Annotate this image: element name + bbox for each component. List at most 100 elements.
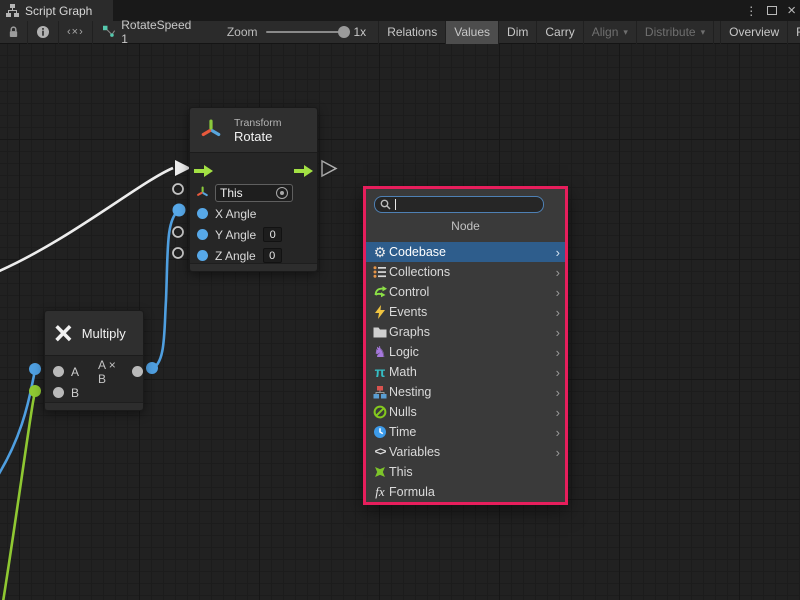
- distribute-dropdown-icon: ▾: [701, 27, 706, 38]
- overview-label: Overview: [729, 25, 779, 39]
- this-object-field[interactable]: This: [215, 184, 293, 202]
- value-port-icon[interactable]: [53, 366, 64, 377]
- value-port-icon[interactable]: [53, 387, 64, 398]
- node-header[interactable]: × Multiply: [45, 311, 143, 356]
- node-footer: [190, 263, 317, 271]
- chevron-right-icon: ›: [556, 405, 560, 420]
- chevron-right-icon: ›: [556, 385, 560, 400]
- zoom-control: Zoom 1x: [203, 25, 378, 39]
- lock-button[interactable]: [0, 21, 28, 44]
- this-port-row: This: [190, 182, 317, 203]
- values-label: Values: [454, 25, 490, 39]
- finder-item-label: Variables: [389, 445, 440, 459]
- output-port-icon[interactable]: [132, 366, 143, 377]
- chevron-right-icon: ›: [556, 245, 560, 260]
- finder-list: ⚙ Codebase › Collections ›: [366, 242, 565, 502]
- object-picker-icon[interactable]: [276, 187, 288, 199]
- transform-mini-icon: [195, 185, 210, 200]
- close-icon[interactable]: ×: [787, 3, 796, 18]
- port-row-y-angle[interactable]: Y Angle 0: [190, 224, 317, 245]
- maximize-icon[interactable]: [767, 6, 777, 15]
- relations-label: Relations: [387, 25, 437, 39]
- finder-item-time[interactable]: Time ›: [366, 422, 565, 442]
- chevron-right-icon: ›: [556, 325, 560, 340]
- finder-item-label: Time: [389, 425, 416, 439]
- finder-item-codebase[interactable]: ⚙ Codebase ›: [366, 242, 565, 262]
- flow-port-row: [190, 160, 317, 182]
- finder-item-label: Events: [389, 305, 427, 319]
- zoom-slider-handle[interactable]: [338, 26, 350, 38]
- math-icon: π: [371, 365, 389, 379]
- nulls-icon: [371, 405, 389, 419]
- codebase-icon: ⚙: [371, 245, 389, 259]
- node-multiply[interactable]: × Multiply A A × B B: [44, 310, 144, 411]
- distribute-label: Distribute: [645, 25, 696, 39]
- distribute-button[interactable]: Distribute ▾: [637, 21, 714, 44]
- text-caret: [395, 199, 396, 210]
- info-button[interactable]: [28, 21, 59, 44]
- value-port-icon[interactable]: [197, 250, 208, 261]
- finder-item-collections[interactable]: Collections ›: [366, 262, 565, 282]
- code-view-button[interactable]: ‹×›: [59, 21, 93, 44]
- finder-item-label: Math: [389, 365, 417, 379]
- z-angle-input[interactable]: 0: [263, 248, 282, 263]
- zoom-value: 1x: [354, 25, 367, 39]
- node-transform-rotate[interactable]: Transform Rotate This X Angle: [189, 107, 318, 272]
- dim-button[interactable]: Dim: [499, 21, 537, 44]
- value-port-icon[interactable]: [197, 229, 208, 240]
- carry-label: Carry: [545, 25, 574, 39]
- chevron-right-icon: ›: [556, 285, 560, 300]
- time-icon: [371, 425, 389, 439]
- finder-item-nesting[interactable]: Nesting ›: [366, 382, 565, 402]
- node-title: Multiply: [82, 326, 126, 341]
- node-header[interactable]: Transform Rotate: [190, 108, 317, 153]
- finder-item-control[interactable]: Control ›: [366, 282, 565, 302]
- events-icon: [371, 305, 389, 319]
- fullscreen-button[interactable]: Full Screen: [788, 21, 800, 44]
- port-label: B: [71, 386, 79, 400]
- y-angle-input[interactable]: 0: [263, 227, 282, 242]
- values-button[interactable]: Values: [446, 21, 499, 44]
- overview-button[interactable]: Overview: [720, 21, 788, 44]
- port-label: Y Angle: [215, 228, 256, 242]
- finder-item-math[interactable]: π Math ›: [366, 362, 565, 382]
- formula-icon: fx: [371, 484, 389, 500]
- control-icon: [371, 285, 389, 299]
- finder-item-events[interactable]: Events ›: [366, 302, 565, 322]
- carry-button[interactable]: Carry: [537, 21, 583, 44]
- align-button[interactable]: Align ▾: [584, 21, 637, 44]
- finder-item-label: Nulls: [389, 405, 417, 419]
- graph-asset-icon: [103, 25, 116, 39]
- this-field-value: This: [220, 186, 243, 200]
- finder-item-nulls[interactable]: Nulls ›: [366, 402, 565, 422]
- value-port-icon[interactable]: [197, 208, 208, 219]
- chevron-right-icon: ›: [556, 305, 560, 320]
- finder-item-label: This: [389, 465, 413, 479]
- flow-output-icon[interactable]: [294, 165, 313, 177]
- graph-toolbar: ‹×› RotateSpeed 1 Zoom 1x Relations Valu…: [0, 21, 800, 44]
- fuzzy-finder-popup: Node ⚙ Codebase › Collections ›: [363, 186, 568, 505]
- info-icon: [36, 25, 50, 39]
- zoom-slider[interactable]: [266, 31, 346, 33]
- finder-item-variables[interactable]: <> Variables ›: [366, 442, 565, 462]
- finder-search-field[interactable]: [374, 196, 544, 213]
- relations-button[interactable]: Relations: [378, 21, 446, 44]
- port-row-a[interactable]: A A × B: [45, 361, 143, 382]
- align-label: Align: [592, 25, 619, 39]
- finder-item-logic[interactable]: ♞ Logic ›: [366, 342, 565, 362]
- finder-item-label: Control: [389, 285, 429, 299]
- finder-item-graphs[interactable]: Graphs ›: [366, 322, 565, 342]
- finder-item-label: Nesting: [389, 385, 431, 399]
- window-menu-icon[interactable]: ⋮: [745, 4, 757, 18]
- chevron-right-icon: ›: [556, 445, 560, 460]
- finder-item-label: Logic: [389, 345, 419, 359]
- logic-icon: ♞: [371, 345, 389, 360]
- multiply-icon: ×: [54, 317, 73, 349]
- finder-item-this[interactable]: This: [366, 462, 565, 482]
- fullscreen-label: Full Screen: [796, 25, 800, 39]
- finder-item-formula[interactable]: fx Formula: [366, 482, 565, 502]
- nesting-icon: [371, 385, 389, 399]
- port-row-x-angle[interactable]: X Angle: [190, 203, 317, 224]
- port-row-b[interactable]: B: [45, 382, 143, 403]
- flow-input-icon[interactable]: [194, 165, 213, 177]
